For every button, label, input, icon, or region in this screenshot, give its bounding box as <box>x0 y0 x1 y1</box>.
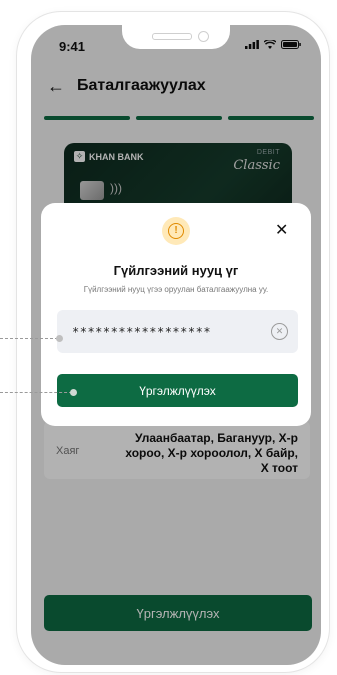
annotation-dot-password <box>56 335 63 342</box>
alert-icon: ! <box>162 217 190 245</box>
modal-continue-button[interactable]: Үргэлжлүүлэх <box>57 374 298 407</box>
annotation-dot-button <box>70 389 77 396</box>
modal-title: Гүйлгээний нууц үг <box>113 263 239 278</box>
password-value: ****************** <box>72 325 212 339</box>
password-modal: ! ✕ Гүйлгээний нууц үг Гүйлгээний нууц ү… <box>41 203 311 426</box>
speaker-icon <box>152 33 192 40</box>
close-icon[interactable]: ✕ <box>275 223 288 239</box>
app-screen: 9:41 ← Баталгаажуулах ✧ KHAN BANK DEBIT … <box>31 25 321 665</box>
modal-subtitle: Гүйлгээний нууц үгээ оруулан баталгаажуу… <box>83 285 269 294</box>
camera-icon <box>198 31 209 42</box>
clear-input-icon[interactable]: ✕ <box>271 323 288 340</box>
annotation-line-password <box>0 338 58 339</box>
phone-notch <box>122 25 230 49</box>
annotation-line-button <box>0 392 72 393</box>
password-input[interactable]: ****************** ✕ <box>57 310 298 353</box>
